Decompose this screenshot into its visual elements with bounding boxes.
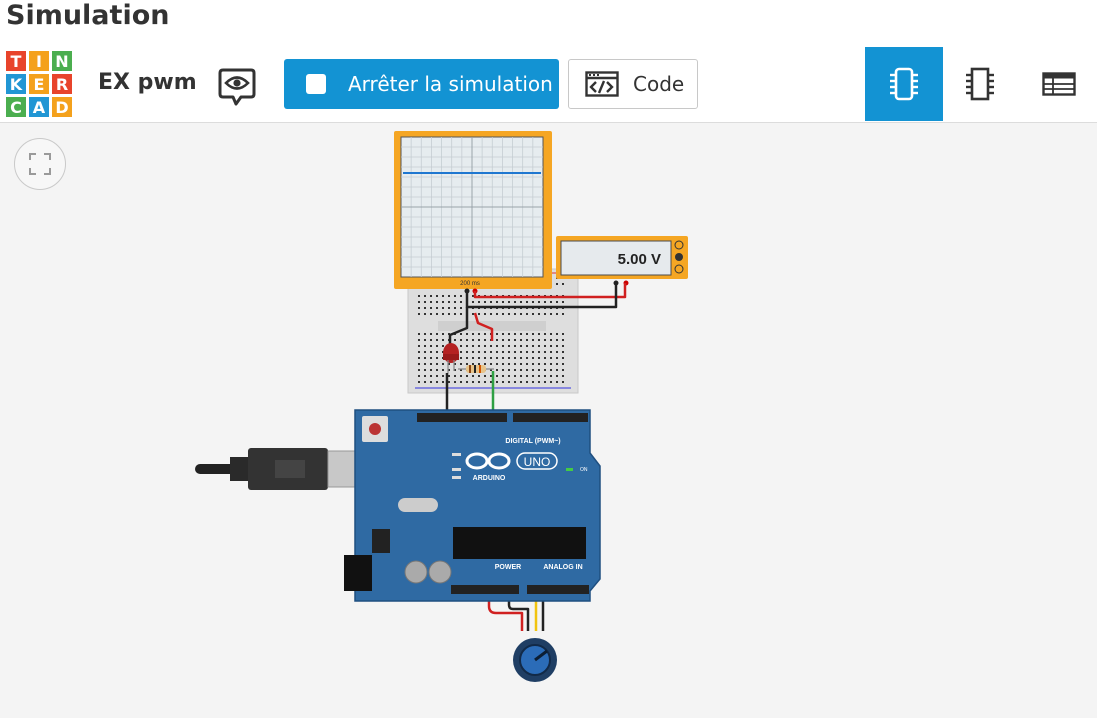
logo-letter: R [52,74,72,94]
view-only-button[interactable] [217,65,257,107]
component-icon [890,67,918,101]
code-label: Code [633,72,685,96]
oscilloscope-time-label: 200 ms [460,281,480,287]
schematic-view-button[interactable] [941,47,1019,121]
page-title: Simulation [6,0,170,31]
analog-in-label: ANALOG IN [543,564,582,571]
schematic-icon [966,67,994,101]
circuit-view-button[interactable] [865,47,943,121]
table-icon [1042,72,1076,96]
logo-letter: A [29,97,49,117]
oscilloscope[interactable]: 200 ms [394,131,552,294]
component-list-button[interactable] [1020,47,1097,121]
logo-letter: I [29,51,49,71]
multimeter-reading: 5.00 V [618,251,661,268]
power-on-label: ON [580,467,588,473]
arduino-brand: ARDUINO [473,475,506,482]
logo-letter: K [6,74,26,94]
stop-icon [306,74,326,94]
usb-cable [195,448,377,490]
potentiometer[interactable] [513,638,557,682]
logo-letter: T [6,51,26,71]
digital-pins-label: DIGITAL (PWM~) [505,438,560,445]
logo-letter: C [6,97,26,117]
stop-simulation-button[interactable]: Arrêter la simulation [284,59,559,109]
power-label: POWER [495,564,521,571]
circuit-canvas[interactable]: 200 ms 5.00 V DIGITAL (PWM~) ARDUINO UNO… [0,123,1097,718]
arduino-board[interactable]: DIGITAL (PWM~) ARDUINO UNO ON POWER ANAL… [344,409,601,602]
code-button[interactable]: Code [568,59,698,109]
tinkercad-logo[interactable]: T I N K E R C A D [6,51,72,117]
toolbar: T I N K E R C A D EX pwm Arrêter la simu… [0,46,1097,123]
multimeter[interactable]: 5.00 V [556,236,688,286]
stop-simulation-label: Arrêter la simulation [348,72,553,96]
code-icon [585,71,619,97]
eye-icon [218,68,256,106]
project-name[interactable]: EX pwm [98,70,197,95]
logo-letter: D [52,97,72,117]
arduino-model: UNO [524,455,551,469]
circuit-drawing: 200 ms 5.00 V DIGITAL (PWM~) ARDUINO UNO… [195,131,688,682]
logo-letter: N [52,51,72,71]
logo-letter: E [29,74,49,94]
